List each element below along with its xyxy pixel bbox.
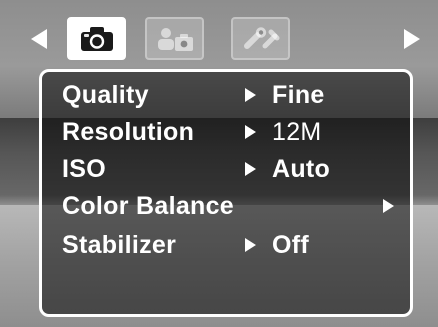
camera-icon [80, 26, 113, 51]
menu-item-value: Fine [272, 81, 325, 109]
menu-item-label: Stabilizer [62, 231, 177, 259]
menu-item-value: 12M [272, 118, 322, 146]
setup-tools-icon [243, 26, 279, 49]
menu-item-label: Color Balance [62, 192, 235, 220]
menu-item-value: Auto [272, 155, 331, 183]
scene-person-camera-icon [157, 27, 193, 51]
play-right-icon [245, 88, 256, 102]
tab-setup[interactable] [231, 17, 290, 60]
tab-camera-settings[interactable] [67, 17, 126, 60]
menu-item-value: Off [272, 231, 309, 259]
menu-item-label: Resolution [62, 118, 195, 146]
mode-tab-bar [0, 0, 438, 62]
menu-item-label: Quality [62, 81, 149, 109]
menu-item-label: ISO [62, 155, 106, 183]
play-right-icon [383, 199, 394, 213]
triangle-left-icon[interactable] [31, 29, 47, 49]
play-right-icon [245, 238, 256, 252]
play-right-icon [245, 162, 256, 176]
triangle-right-icon[interactable] [404, 29, 420, 49]
play-right-icon [245, 125, 256, 139]
tab-scene-mode[interactable] [145, 17, 204, 60]
